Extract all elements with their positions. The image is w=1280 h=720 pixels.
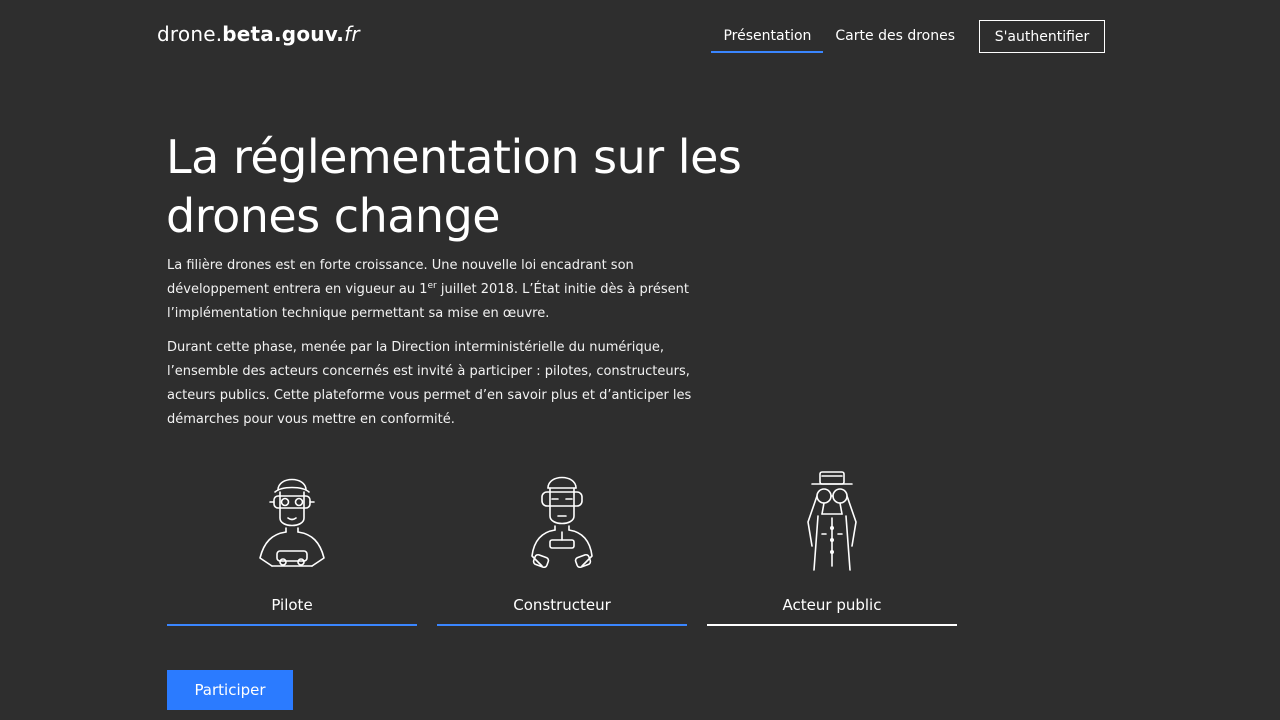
authenticate-button[interactable]: S'authentifier <box>979 20 1105 53</box>
ordinal-superscript: er <box>427 281 437 291</box>
intro-text: La filière drones est en forte croissanc… <box>167 254 727 442</box>
public-actor-icon <box>807 471 857 571</box>
role-constructeur[interactable]: Constructeur <box>437 466 687 626</box>
role-acteur-public[interactable]: Acteur public <box>707 466 957 626</box>
logo-part1: drone. <box>157 22 223 46</box>
intro-paragraph-2: Durant cette phase, menée par la Directi… <box>167 340 692 427</box>
role-pilote[interactable]: Pilote <box>167 466 417 626</box>
builder-icon <box>531 476 593 569</box>
participate-button[interactable]: Participer <box>167 670 293 710</box>
page-title: La réglementation sur les drones change <box>166 128 766 246</box>
title-line-2: drones change <box>166 189 501 243</box>
role-label-pilote: Pilote <box>167 596 417 626</box>
logo-part3: fr <box>344 22 360 46</box>
site-logo[interactable]: drone.beta.gouv.fr <box>157 22 360 46</box>
role-label-acteur-public: Acteur public <box>707 596 957 626</box>
role-label-constructeur: Constructeur <box>437 596 687 626</box>
logo-part2: beta.gouv. <box>222 22 345 46</box>
role-selector: Pilote Constructeur Acteur public <box>167 466 957 626</box>
page: drone.beta.gouv.fr Présentation Carte de… <box>0 0 1280 720</box>
title-line-1: La réglementation sur les <box>166 130 742 184</box>
intro-paragraph-1: La filière drones est en forte croissanc… <box>167 254 727 326</box>
nav-carte-des-drones[interactable]: Carte des drones <box>823 20 967 53</box>
pilot-icon <box>259 478 325 567</box>
main-nav: Présentation Carte des drones S'authenti… <box>711 20 1105 53</box>
nav-presentation[interactable]: Présentation <box>711 20 824 53</box>
